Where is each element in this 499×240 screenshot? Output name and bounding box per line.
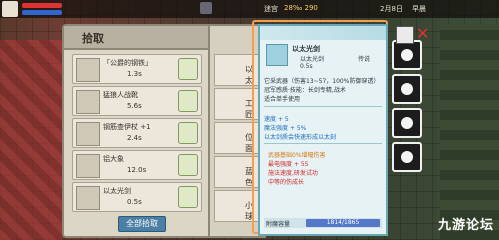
stat-red-1: 武器基础0%增幅伤害 [268, 152, 326, 159]
pickup-title: 拾取 [82, 32, 104, 45]
stat-magic: 魔法强度 + 5% [264, 125, 307, 132]
item-icon [76, 90, 100, 114]
pickup-row[interactable]: 钢筋查伊杖 +1 2.4s [72, 118, 202, 148]
detail-rarity: 传说 [358, 56, 371, 63]
item-icon [76, 154, 100, 178]
weather-label: 早晨 [412, 5, 426, 13]
weight-label: 附魔容量 [266, 221, 291, 228]
equipment-slot[interactable] [392, 142, 422, 172]
detail-desc-1: 冠军感质·技能：长剑专精,战术 [264, 87, 346, 94]
item-name: 铝大象 [103, 155, 124, 163]
equipment-slot[interactable] [392, 108, 422, 138]
stat-red-2: 最电强度 + 55 [268, 161, 309, 168]
divider [264, 143, 382, 144]
map-label: 迷宫 [264, 5, 278, 13]
item-time: 1.3s [127, 70, 142, 78]
weight-row: 附魔容量 1814/1865 [264, 218, 382, 228]
item-name: 以太光剑 [103, 187, 131, 195]
detail-desc-2: 适合单手使用 [264, 96, 301, 103]
equipment-slots [392, 40, 426, 210]
stat-red-3: 施法速度,研发试功 [268, 170, 318, 177]
pickup-row[interactable]: 「公爵的钢铁」 1.3s [72, 54, 202, 84]
slot-dot [401, 83, 413, 95]
pickup-row[interactable]: 猛狼人战靴 5.6s [72, 86, 202, 116]
pickup-row[interactable]: 以太光剑 0.5s [72, 182, 202, 212]
health-bar [22, 3, 62, 8]
item-name: 「公爵的钢铁」 [103, 59, 152, 67]
sword-icon[interactable] [200, 2, 212, 14]
slot-dot [401, 151, 413, 163]
top-status-bar: 迷宫 28‰ 290 2月8日 早晨 [0, 0, 499, 18]
watermark: 九游论坛 [438, 218, 495, 233]
avatar[interactable] [2, 1, 18, 17]
carpet-tiles [0, 40, 62, 240]
divider [264, 106, 382, 107]
item-name: 钢筋查伊杖 +1 [103, 123, 151, 131]
item-icon [76, 122, 100, 146]
date-label: 2月8日 [380, 5, 403, 13]
item-icon [76, 58, 100, 82]
pickup-hand-icon[interactable] [178, 122, 198, 144]
slot-dot [401, 117, 413, 129]
mana-bar [22, 10, 62, 15]
detail-subtitle: 以太光剑 [300, 56, 325, 63]
detail-time: 0.5s [300, 63, 313, 70]
detail-title: 以太光剑 [292, 45, 320, 53]
pickup-panel: 拾取 「公爵的钢铁」 1.3s 猛狼人战靴 5.6s 钢筋查伊杖 +1 2.4s… [62, 24, 212, 238]
stat-speed: 速度 + 5 [264, 116, 289, 123]
detail-type: 它采武器（伤害13~57，100%防御穿透） [264, 78, 380, 85]
weight-bar: 1814/1865 [306, 219, 380, 227]
sword-icon [266, 44, 288, 66]
info-icon[interactable] [396, 26, 414, 44]
item-time: 2.4s [127, 134, 142, 142]
item-name: 猛狼人战靴 [103, 91, 138, 99]
stat-red-4: 中等的伤成长 [268, 179, 305, 186]
equipment-slot[interactable] [392, 74, 422, 104]
item-time: 0.5s [127, 198, 142, 206]
slot-dot [401, 49, 413, 61]
item-icon [76, 186, 100, 210]
item-time: 12.0s [127, 166, 147, 174]
pickup-hand-icon[interactable] [178, 186, 198, 208]
item-time: 5.6s [127, 102, 142, 110]
pickup-hand-icon[interactable] [178, 154, 198, 176]
equipment-slot[interactable] [392, 40, 422, 70]
pickup-header: 拾取 [64, 26, 210, 50]
close-icon[interactable]: ✕ [416, 26, 432, 42]
grass-tiles [440, 24, 499, 240]
detail-header [260, 26, 386, 40]
coin-counter: 28‰ 290 [284, 4, 318, 12]
pickup-hand-icon[interactable] [178, 58, 198, 80]
pick-all-button[interactable]: 全部拾取 [118, 216, 166, 232]
stat-ether: 以太剑质会快速形成以太刻 [264, 134, 337, 141]
item-detail-panel: 以太光剑 以太光剑 传说 0.5s 它采武器（伤害13~57，100%防御穿透）… [258, 24, 388, 236]
pickup-hand-icon[interactable] [178, 90, 198, 112]
pickup-row[interactable]: 铝大象 12.0s [72, 150, 202, 180]
